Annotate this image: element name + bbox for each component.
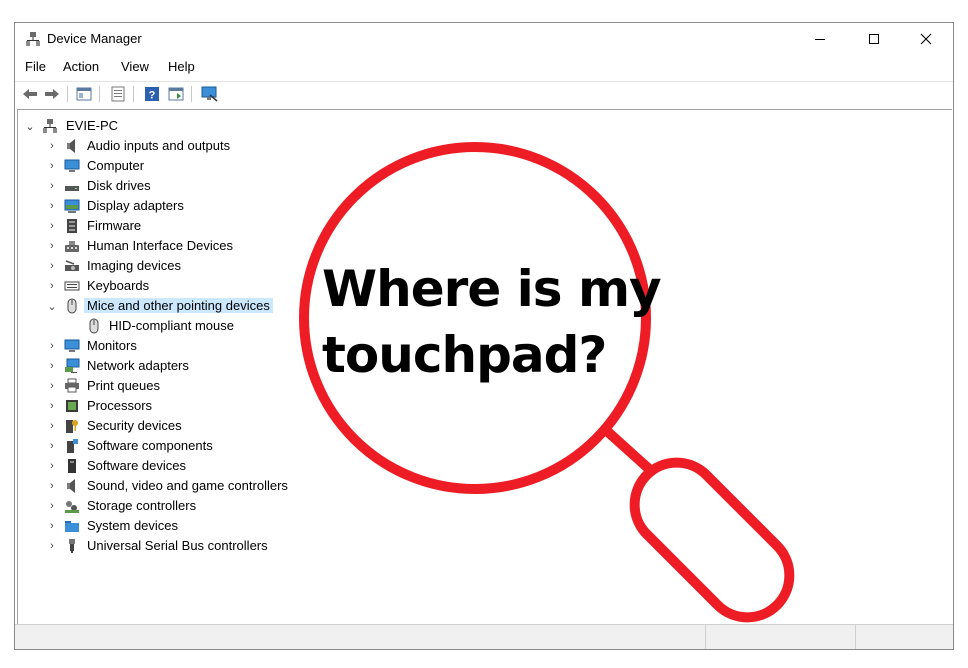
callout-line-1: Where is my [322, 260, 662, 318]
magnifier-neck [603, 427, 653, 473]
magnifier-handle [629, 457, 795, 623]
callout-line-2: touchpad? [322, 326, 607, 384]
